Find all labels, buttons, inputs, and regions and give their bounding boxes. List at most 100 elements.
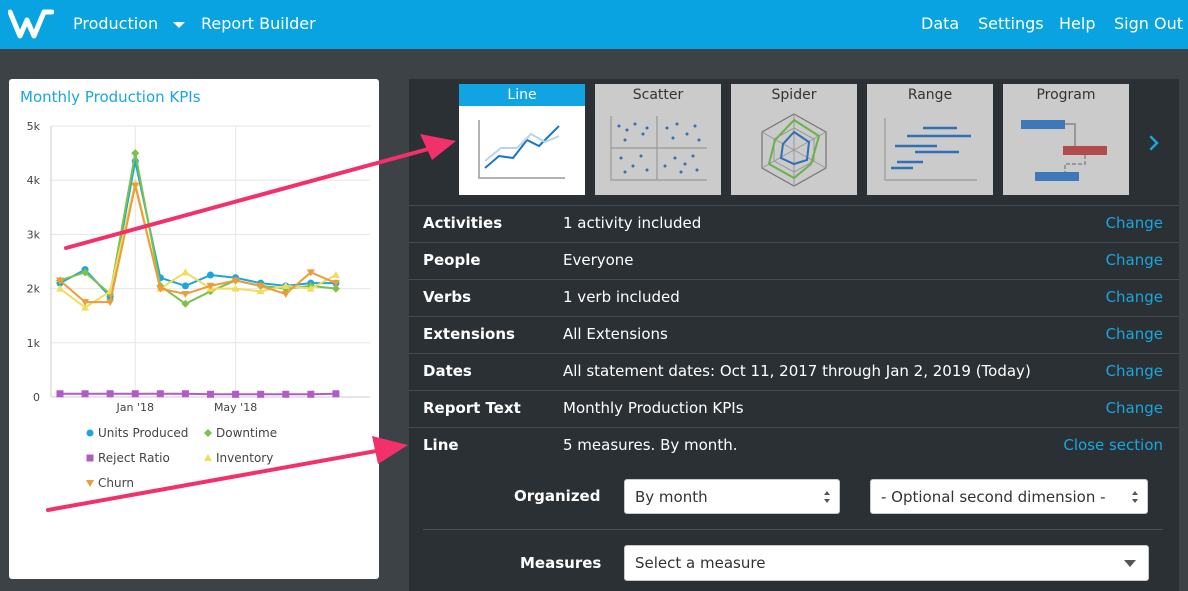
data-point xyxy=(332,390,340,398)
data-point xyxy=(106,390,114,398)
y-tick-label: 2k xyxy=(27,283,41,296)
row-value: All Extensions xyxy=(563,325,668,343)
nav-sign-out[interactable]: Sign Out xyxy=(1114,14,1183,33)
chart-type-label: Spider xyxy=(771,87,817,103)
data-point xyxy=(181,291,190,299)
x-tick-label: Jan '18 xyxy=(116,401,154,414)
close-section-link[interactable]: Close section xyxy=(1063,436,1163,454)
row-value: All statement dates: Oct 11, 2017 throug… xyxy=(563,362,1031,380)
form-divider xyxy=(423,529,1163,530)
chevron-down-icon[interactable] xyxy=(173,22,185,28)
y-tick-label: 1k xyxy=(27,337,41,350)
updown-arrows-icon xyxy=(1132,491,1138,503)
data-point xyxy=(156,390,164,398)
measures-label: Measures xyxy=(520,554,602,572)
row-value: 1 activity included xyxy=(563,214,702,232)
line-chart-icon xyxy=(478,120,565,179)
data-point xyxy=(282,390,290,398)
data-point xyxy=(232,390,240,398)
w-logo-icon[interactable] xyxy=(8,8,54,40)
chart-type-scatter[interactable]: Scatter xyxy=(595,84,721,195)
data-point xyxy=(181,282,189,290)
chart-type-program[interactable]: Program xyxy=(1003,84,1129,195)
updown-arrows-icon xyxy=(824,491,830,503)
chart-type-line[interactable]: Line xyxy=(459,84,585,195)
row-line: Line 5 measures. By month. Close section xyxy=(409,427,1179,464)
chart-type-spider[interactable]: Spider xyxy=(731,84,857,195)
second-dimension-select[interactable]: - Optional second dimension - xyxy=(870,479,1148,514)
chevron-right-icon[interactable] xyxy=(1145,131,1165,155)
x-tick-label: May '18 xyxy=(214,401,257,414)
kpi-line-chart: 0 1k 2k 3k 4k 5k Jan '18 May '18 Units Produced D… xyxy=(27,120,370,490)
row-label: Extensions xyxy=(423,325,515,343)
chart-type-label: Line xyxy=(459,84,585,106)
data-point xyxy=(131,390,139,398)
row-value: Everyone xyxy=(563,251,634,269)
chart-type-label: Program xyxy=(1036,87,1096,103)
chart-type-label: Range xyxy=(907,87,953,103)
series-line xyxy=(60,392,336,396)
nav-help[interactable]: Help xyxy=(1059,14,1095,33)
measures-select[interactable]: Select a measure xyxy=(624,545,1149,581)
organized-value: By month xyxy=(635,488,708,506)
program-chart-icon xyxy=(1021,120,1107,181)
row-label: People xyxy=(423,251,481,269)
caret-down-icon xyxy=(1124,560,1136,567)
row-value: 1 verb included xyxy=(563,288,680,306)
data-point xyxy=(131,149,140,158)
data-point xyxy=(307,390,315,398)
chart-preview-card: Monthly Production KPIs 0 1k 2k 3k 4k 5k Jan '… xyxy=(9,79,379,579)
chart-type-label: Scatter xyxy=(632,87,684,103)
change-link[interactable]: Change xyxy=(1106,288,1163,306)
change-link[interactable]: Change xyxy=(1106,251,1163,269)
row-dates: Dates All statement dates: Oct 11, 2017 … xyxy=(409,353,1179,390)
nav-data[interactable]: Data xyxy=(921,14,959,33)
second-dimension-value: - Optional second dimension - xyxy=(881,488,1106,506)
report-config-panel: Line Scatter Spider Range Program Activi… xyxy=(409,79,1179,591)
app-switcher[interactable]: Production xyxy=(73,14,158,33)
legend-swatch xyxy=(86,480,94,487)
data-point xyxy=(181,390,189,398)
change-link[interactable]: Change xyxy=(1106,362,1163,380)
series-line xyxy=(59,161,336,299)
change-link[interactable]: Change xyxy=(1106,214,1163,232)
row-value: Monthly Production KPIs xyxy=(563,399,744,417)
row-label: Line xyxy=(423,436,459,454)
row-label: Report Text xyxy=(423,399,521,417)
chart-type-range[interactable]: Range xyxy=(867,84,993,195)
organized-select[interactable]: By month xyxy=(624,479,840,514)
data-point xyxy=(181,268,190,276)
nav-report-builder[interactable]: Report Builder xyxy=(201,14,316,33)
data-point xyxy=(207,271,214,279)
data-point xyxy=(257,390,265,398)
legend-swatch xyxy=(204,454,212,461)
legend-swatch xyxy=(86,429,94,437)
scatter-chart-icon xyxy=(610,116,707,181)
row-value: 5 measures. By month. xyxy=(563,436,738,454)
legend-label: Inventory xyxy=(216,451,273,465)
legend-label: Units Produced xyxy=(98,426,188,440)
row-people: People Everyone Change xyxy=(409,242,1179,279)
organized-label: Organized xyxy=(514,487,601,505)
data-point xyxy=(207,390,214,398)
row-report-text: Report Text Monthly Production KPIs Chan… xyxy=(409,390,1179,427)
legend-label: Churn xyxy=(98,476,134,490)
legend-swatch xyxy=(204,429,212,437)
row-verbs: Verbs 1 verb included Change xyxy=(409,279,1179,316)
data-point xyxy=(131,182,140,190)
row-label: Dates xyxy=(423,362,472,380)
y-tick-label: 3k xyxy=(27,228,41,241)
legend-swatch xyxy=(86,454,94,462)
row-label: Verbs xyxy=(423,288,472,306)
spider-chart-icon xyxy=(761,113,827,187)
row-extensions: Extensions All Extensions Change xyxy=(409,316,1179,353)
nav-settings[interactable]: Settings xyxy=(978,14,1044,33)
measures-placeholder: Select a measure xyxy=(635,554,766,572)
top-nav-bar: Production Report Builder Data Settings … xyxy=(0,0,1188,49)
change-link[interactable]: Change xyxy=(1106,325,1163,343)
data-point xyxy=(81,390,89,398)
legend-label: Reject Ratio xyxy=(98,451,170,465)
range-chart-icon xyxy=(884,118,977,181)
change-link[interactable]: Change xyxy=(1106,399,1163,417)
legend-label: Downtime xyxy=(216,426,277,440)
